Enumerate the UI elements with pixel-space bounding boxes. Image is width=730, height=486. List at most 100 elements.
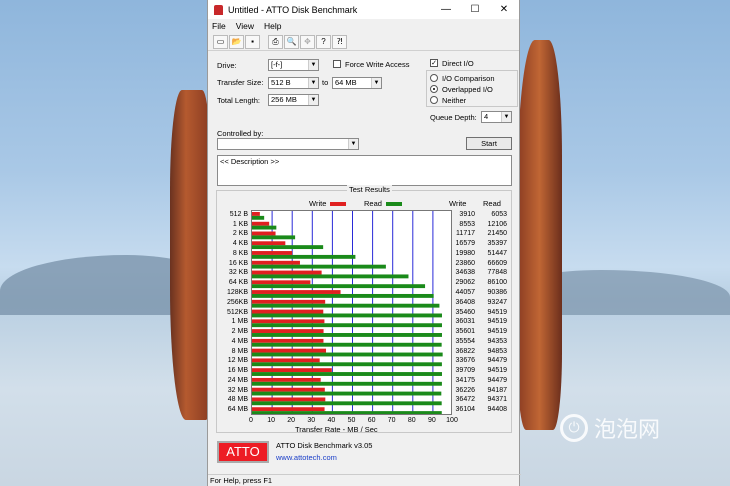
menu-view[interactable]: View (236, 21, 254, 31)
transfer-size-label: 64 KB (228, 279, 248, 287)
minimize-button[interactable]: — (431, 0, 461, 19)
website-link[interactable]: www.attotech.com (276, 453, 337, 462)
write-bar (252, 309, 324, 314)
save-icon[interactable]: ▪ (245, 34, 260, 49)
open-icon[interactable]: 📂 (229, 34, 244, 49)
queue-depth-select[interactable]: 4 ▼ (481, 111, 512, 123)
write-bar (252, 241, 286, 246)
write-value: 36472 (455, 396, 475, 404)
chevron-down-icon: ▼ (348, 139, 358, 149)
read-bar (252, 372, 442, 376)
write-value: 36031 (455, 318, 475, 326)
transfer-to-value: 64 MB (335, 78, 357, 87)
read-bar (252, 274, 409, 279)
write-bar (252, 387, 325, 392)
toolbar: ▭ 📂 ▪ ⎙ 🔍 ✥ ? ⁈ (208, 33, 519, 51)
read-column-header: Read (483, 199, 501, 208)
total-length-select[interactable]: 256 MB ▼ (268, 94, 319, 106)
write-value: 33676 (455, 357, 475, 365)
x-tick-label: 30 (307, 417, 316, 424)
watermark-text: 泡泡网 (594, 418, 661, 443)
force-write-label: Force Write Access (345, 60, 410, 69)
maximize-button[interactable]: ☐ (460, 0, 490, 19)
transfer-from-select[interactable]: 512 B ▼ (268, 77, 319, 89)
start-button[interactable]: Start (466, 137, 512, 150)
atto-logo: ATTO (217, 441, 269, 463)
write-bar (252, 231, 276, 236)
help-icon[interactable]: ? (316, 34, 331, 49)
transfer-size-label: 512 B (229, 210, 248, 218)
read-bar (252, 303, 440, 308)
x-tick-label: 90 (427, 417, 436, 424)
write-value: 35460 (455, 308, 475, 316)
transfer-size-label: Transfer Size: (217, 78, 264, 87)
neither-radio[interactable] (430, 96, 438, 104)
title-bar[interactable]: Untitled - ATTO Disk Benchmark — ☐ ✕ (208, 0, 519, 19)
read-bar (252, 323, 442, 328)
context-help-icon[interactable]: ⁈ (332, 34, 347, 49)
read-bar (252, 333, 442, 337)
x-tick-label: 40 (327, 417, 336, 424)
read-bar (252, 313, 442, 318)
print-icon[interactable]: ⎙ (268, 34, 283, 49)
transfer-size-label: 24 MB (227, 376, 248, 384)
read-bar (252, 245, 324, 250)
transfer-size-label: 1 MB (231, 318, 248, 326)
x-tick-label: 50 (347, 417, 356, 424)
transfer-size-label: 12 MB (227, 357, 248, 365)
read-legend-label: Read (364, 199, 382, 208)
chevron-down-icon: ▼ (501, 112, 511, 122)
read-bar (252, 293, 434, 298)
read-bar (252, 225, 277, 230)
overlapped-io-label: Overlapped I/O (442, 85, 493, 94)
write-value: 3910 (459, 210, 475, 218)
print-preview-icon[interactable]: 🔍 (284, 34, 299, 49)
write-value: 34638 (455, 269, 475, 277)
neither-label: Neither (442, 96, 467, 105)
read-value: 94519 (487, 318, 507, 326)
read-value: 94479 (487, 357, 507, 365)
close-button[interactable]: ✕ (489, 0, 519, 19)
drive-select[interactable]: [-f-] ▼ (268, 59, 319, 71)
write-value: 36822 (455, 347, 475, 355)
power-logo-icon: ⏻ (560, 414, 588, 442)
direct-io-checkbox[interactable]: ✓ (430, 59, 438, 67)
menu-file[interactable]: File (212, 21, 226, 31)
read-value: 93247 (487, 298, 507, 306)
transfer-size-label: 4 MB (231, 337, 248, 345)
read-value: 94479 (487, 376, 507, 384)
menu-help[interactable]: Help (264, 21, 281, 31)
move-icon[interactable]: ✥ (300, 34, 315, 49)
description-box[interactable]: << Description >> (217, 155, 512, 186)
read-bar (252, 401, 442, 406)
read-value: 6053 (491, 210, 507, 218)
drive-value: [-f-] (271, 60, 283, 69)
total-length-value: 256 MB (271, 95, 297, 104)
read-value: 35397 (487, 240, 507, 248)
controlled-by-select[interactable]: ▼ (217, 138, 359, 150)
new-icon[interactable]: ▭ (213, 34, 228, 49)
background-rock-right (517, 40, 562, 430)
write-value: 29062 (455, 279, 475, 287)
x-tick-label: 80 (407, 417, 416, 424)
read-value: 94519 (487, 328, 507, 336)
write-bar (252, 319, 325, 324)
transfer-size-label: 4 KB (232, 240, 248, 248)
x-tick-label: 100 (446, 417, 458, 424)
site-watermark: ⏻ 泡泡网 (560, 412, 660, 444)
product-version: ATTO Disk Benchmark v3.05 (276, 441, 373, 450)
background-rock-left (170, 90, 210, 420)
total-length-label: Total Length: (217, 96, 260, 105)
test-results-panel: Test Results Write Read Write Read 512 B… (216, 185, 512, 434)
force-write-checkbox[interactable] (333, 60, 341, 68)
io-comparison-radio[interactable] (430, 74, 438, 82)
read-value: 12106 (487, 220, 507, 228)
write-value: 36104 (455, 406, 475, 414)
read-bar (252, 381, 442, 386)
read-legend-swatch (385, 201, 402, 206)
overlapped-io-radio[interactable] (430, 85, 438, 93)
controlled-by-label: Controlled by: (217, 129, 264, 138)
read-value: 51447 (487, 249, 507, 257)
transfer-to-select[interactable]: 64 MB ▼ (332, 77, 382, 89)
read-bar (252, 352, 443, 357)
